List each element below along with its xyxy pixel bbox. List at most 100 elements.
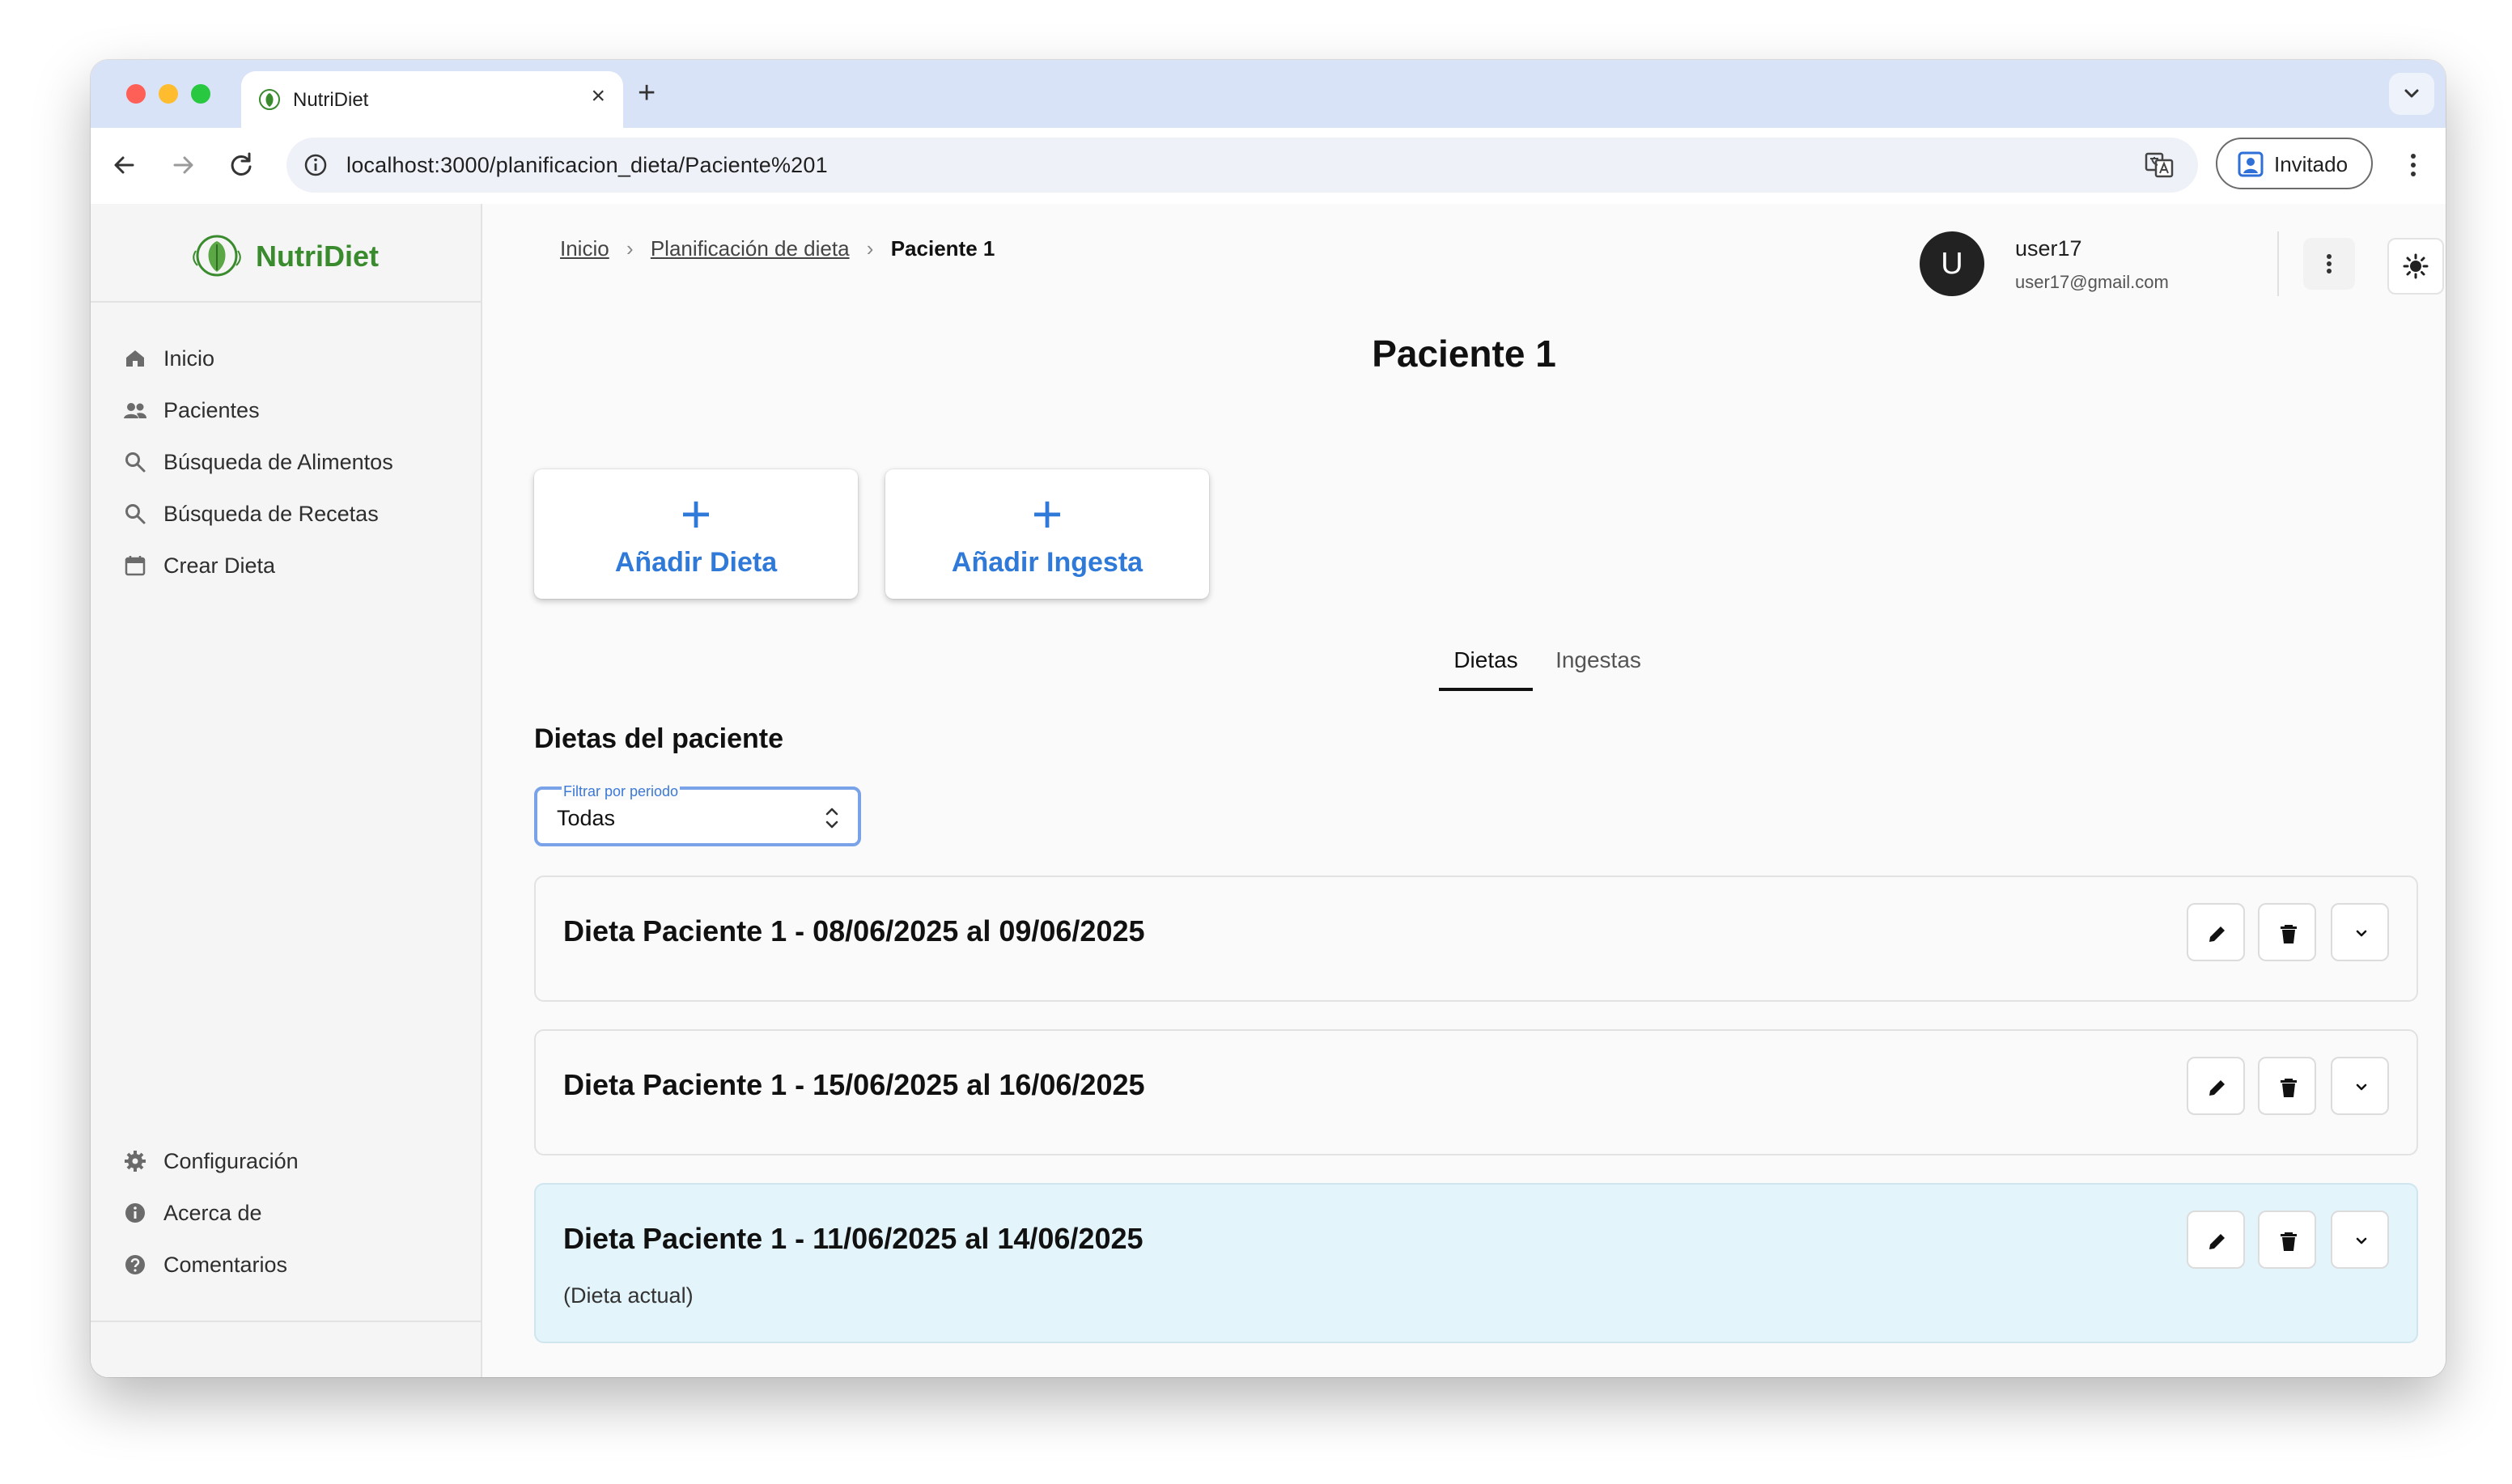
brand-name: NutriDiet bbox=[256, 240, 379, 273]
tab-label: Ingestas bbox=[1555, 647, 1641, 672]
trash-icon bbox=[2281, 1232, 2297, 1251]
period-filter-select[interactable]: Filtrar por periodo Todas bbox=[534, 783, 861, 846]
pencil-icon bbox=[2209, 1080, 2225, 1096]
diet-card[interactable]: Dieta Paciente 1 - 08/06/2025 al 09/06/2… bbox=[534, 876, 2418, 1002]
browser-window: NutriDiet × + localhost:3000/planificaci… bbox=[91, 60, 2446, 1377]
sidebar-item-label: Configuración bbox=[163, 1149, 299, 1173]
breadcrumb-separator: › bbox=[866, 236, 874, 261]
expand-diet-button[interactable] bbox=[2331, 1211, 2389, 1269]
browser-toolbar: localhost:3000/planificacion_dieta/Pacie… bbox=[91, 128, 2446, 206]
user-email: user17@gmail.com bbox=[2015, 272, 2169, 292]
breadcrumb-link-planificacion[interactable]: Planificación de dieta bbox=[651, 236, 850, 261]
browser-tab[interactable]: NutriDiet × bbox=[241, 71, 623, 128]
people-icon bbox=[124, 403, 146, 418]
minimize-window-button[interactable] bbox=[159, 84, 178, 104]
period-filter-value: Todas bbox=[557, 806, 616, 830]
sidebar-item-label: Inicio bbox=[163, 346, 215, 371]
trash-icon bbox=[2281, 1079, 2297, 1097]
sidebar-item-busqueda-recetas[interactable]: Búsqueda de Recetas bbox=[123, 490, 463, 536]
info-icon bbox=[125, 1203, 145, 1223]
sidebar-item-label: Búsqueda de Alimentos bbox=[163, 450, 393, 474]
breadcrumb-current: Paciente 1 bbox=[890, 236, 995, 261]
edit-diet-button[interactable] bbox=[2187, 1057, 2245, 1115]
address-bar[interactable]: localhost:3000/planificacion_dieta/Pacie… bbox=[286, 138, 2198, 193]
pencil-icon bbox=[2209, 926, 2225, 942]
user-name: user17 bbox=[2015, 236, 2082, 261]
trash-icon bbox=[2281, 925, 2297, 943]
plus-icon: + bbox=[1031, 484, 1063, 544]
pencil-icon bbox=[2209, 1234, 2225, 1249]
url-text[interactable]: localhost:3000/planificacion_dieta/Pacie… bbox=[346, 153, 828, 178]
profile-icon bbox=[2238, 151, 2264, 177]
tab-label: Dietas bbox=[1453, 647, 1518, 672]
close-window-button[interactable] bbox=[126, 84, 146, 104]
diet-card[interactable]: Dieta Paciente 1 - 15/06/2025 al 16/06/2… bbox=[534, 1029, 2418, 1155]
sidebar-item-pacientes[interactable]: Pacientes bbox=[123, 387, 463, 432]
brand[interactable]: NutriDiet bbox=[91, 204, 481, 303]
sidebar-item-configuracion[interactable]: Configuración bbox=[123, 1138, 463, 1183]
sidebar-divider bbox=[91, 1321, 481, 1322]
site-info-icon[interactable] bbox=[301, 151, 330, 180]
edit-diet-button[interactable] bbox=[2187, 903, 2245, 961]
section-title: Dietas del paciente bbox=[534, 723, 784, 754]
sidebar-item-inicio[interactable]: Inicio bbox=[123, 335, 463, 380]
add-intake-button[interactable]: + Añadir Ingesta bbox=[885, 469, 1209, 599]
edit-diet-button[interactable] bbox=[2187, 1211, 2245, 1269]
nutridiet-logo-icon bbox=[193, 235, 241, 277]
new-tab-button[interactable]: + bbox=[638, 78, 656, 108]
user-menu-button[interactable] bbox=[2303, 238, 2355, 290]
maximize-window-button[interactable] bbox=[191, 84, 210, 104]
avatar[interactable]: U bbox=[1920, 231, 1984, 296]
plus-icon: + bbox=[680, 484, 712, 544]
nutridiet-favicon-icon bbox=[259, 89, 280, 110]
diet-card-current[interactable]: Dieta Paciente 1 - 11/06/2025 al 14/06/2… bbox=[534, 1183, 2418, 1343]
search-icon bbox=[125, 504, 146, 524]
tabs: Dietas Ingestas bbox=[482, 630, 2446, 694]
sidebar-item-label: Crear Dieta bbox=[163, 553, 276, 578]
more-vertical-icon bbox=[2327, 254, 2332, 273]
breadcrumb: Inicio › Planificación de dieta › Pacien… bbox=[560, 236, 995, 261]
forward-arrow-icon[interactable] bbox=[163, 146, 202, 184]
breadcrumb-link-inicio[interactable]: Inicio bbox=[560, 236, 609, 261]
delete-diet-button[interactable] bbox=[2258, 1211, 2316, 1269]
add-diet-button[interactable]: + Añadir Dieta bbox=[534, 469, 858, 599]
expand-diet-button[interactable] bbox=[2331, 1057, 2389, 1115]
tab-close-icon[interactable]: × bbox=[591, 84, 605, 108]
add-intake-label: Añadir Ingesta bbox=[951, 547, 1144, 578]
diet-title: Dieta Paciente 1 - 08/06/2025 al 09/06/2… bbox=[563, 914, 1145, 948]
add-diet-label: Añadir Dieta bbox=[614, 547, 778, 578]
sidebar-item-comentarios[interactable]: Comentarios bbox=[123, 1241, 463, 1287]
sidebar-item-acerca-de[interactable]: Acerca de bbox=[123, 1189, 463, 1235]
browser-menu-icon[interactable] bbox=[2394, 146, 2433, 184]
sidebar: NutriDiet Inicio Pacientes Búsqueda de A… bbox=[91, 204, 482, 1377]
page-title: Paciente 1 bbox=[1372, 333, 1556, 375]
back-arrow-icon[interactable] bbox=[105, 146, 144, 184]
sidebar-item-crear-dieta[interactable]: Crear Dieta bbox=[123, 542, 463, 587]
chevron-down-icon bbox=[2356, 930, 2367, 937]
translate-icon[interactable] bbox=[2143, 149, 2175, 181]
app-root: NutriDiet Inicio Pacientes Búsqueda de A… bbox=[91, 204, 2446, 1377]
main-content: Inicio › Planificación de dieta › Pacien… bbox=[482, 204, 2446, 1377]
theme-toggle-button[interactable] bbox=[2387, 238, 2444, 295]
profile-button[interactable]: Invitado bbox=[2216, 138, 2373, 189]
sidebar-item-busqueda-alimentos[interactable]: Búsqueda de Alimentos bbox=[123, 439, 463, 484]
delete-diet-button[interactable] bbox=[2258, 1057, 2316, 1115]
tab-ingestas[interactable]: Ingestas bbox=[1546, 630, 1651, 691]
gear-icon bbox=[125, 1151, 146, 1172]
expand-diet-button[interactable] bbox=[2331, 903, 2389, 961]
search-icon bbox=[125, 452, 146, 473]
tab-dietas[interactable]: Dietas bbox=[1439, 630, 1533, 691]
current-diet-note: (Dieta actual) bbox=[563, 1283, 694, 1308]
sidebar-item-label: Acerca de bbox=[163, 1201, 262, 1225]
breadcrumb-separator: › bbox=[626, 236, 634, 261]
sidebar-item-label: Búsqueda de Recetas bbox=[163, 502, 379, 526]
sun-icon bbox=[2403, 253, 2429, 279]
reload-icon[interactable] bbox=[222, 146, 261, 184]
delete-diet-button[interactable] bbox=[2258, 903, 2316, 961]
active-tab-indicator bbox=[1439, 688, 1533, 691]
profile-label: Invitado bbox=[2274, 152, 2349, 176]
chevron-down-icon bbox=[2404, 89, 2419, 98]
diet-title: Dieta Paciente 1 - 15/06/2025 al 16/06/2… bbox=[563, 1068, 1145, 1101]
help-icon bbox=[125, 1255, 145, 1274]
tab-search-button[interactable] bbox=[2389, 73, 2434, 115]
